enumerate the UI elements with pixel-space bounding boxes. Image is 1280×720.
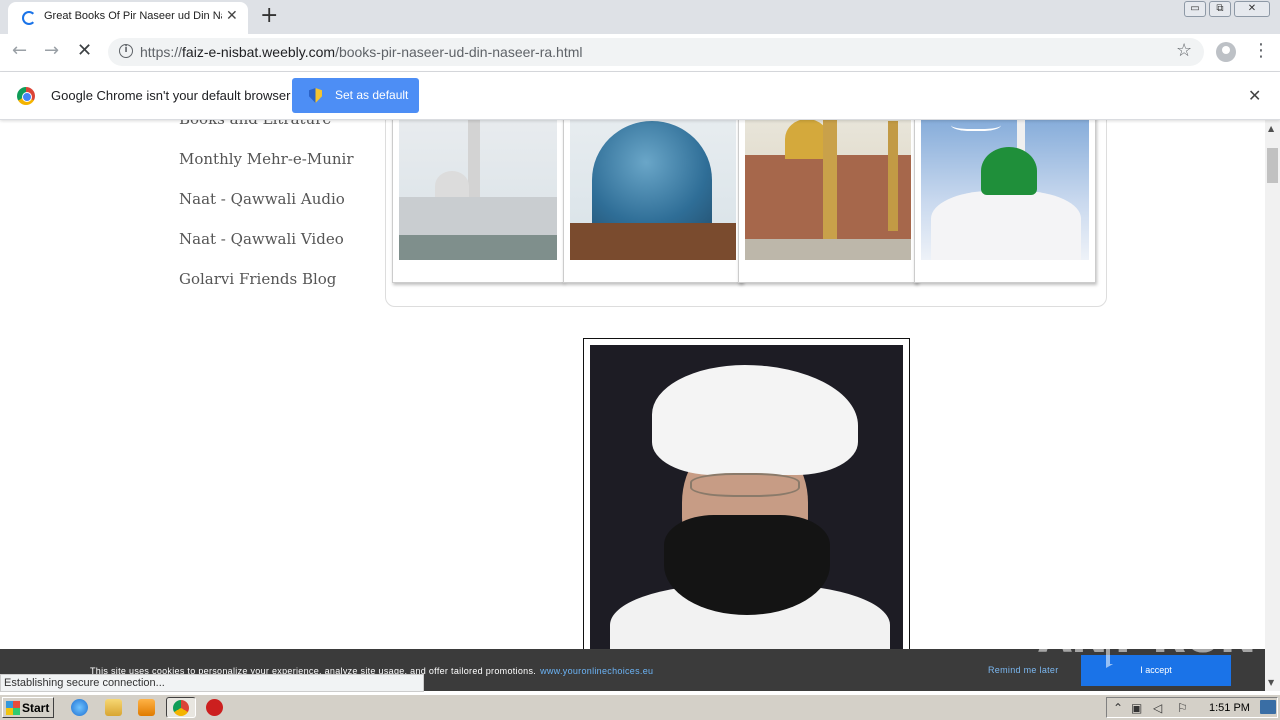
nav-link-friends-blog[interactable]: Golarvi Friends Blog xyxy=(179,270,336,288)
stop-loading-icon[interactable]: ✕ xyxy=(77,40,92,61)
address-bar[interactable]: i https://faiz-e-nisbat.weebly.com/books… xyxy=(108,38,1204,66)
restore-button[interactable]: ⧉ xyxy=(1209,1,1231,17)
nav-link-books[interactable]: Books and Litrature xyxy=(179,120,331,128)
action-center-flag-icon[interactable]: ⚐ xyxy=(1177,701,1188,715)
set-as-default-button[interactable]: Set as default xyxy=(292,78,419,113)
default-browser-infobar: Google Chrome isn't your default browser… xyxy=(0,72,1280,120)
anyrun-watermark: ANY RUN xyxy=(1038,612,1256,663)
chrome-taskbar-icon xyxy=(173,700,189,716)
windows-logo-icon xyxy=(6,701,20,715)
back-icon[interactable]: ← xyxy=(12,40,27,61)
minimize-button[interactable]: ▭ xyxy=(1184,1,1206,17)
nav-link-naat-video[interactable]: Naat - Qawwali Video xyxy=(179,230,344,248)
gallery-image-blue-dome[interactable] xyxy=(563,120,743,283)
network-icon[interactable]: ▣ xyxy=(1131,701,1142,715)
scroll-down-arrow-icon[interactable]: ▼ xyxy=(1268,678,1274,687)
scrollbar-thumb[interactable] xyxy=(1267,148,1278,183)
start-label: Start xyxy=(22,701,50,715)
explorer-folder-icon[interactable] xyxy=(105,699,122,716)
start-button[interactable]: Start xyxy=(2,697,54,718)
status-bubble: Establishing secure connection... xyxy=(0,674,424,692)
scroll-up-arrow-icon[interactable]: ▲ xyxy=(1268,124,1274,133)
url-prefix: https:// xyxy=(140,44,183,60)
opera-icon[interactable] xyxy=(206,699,223,716)
nav-link-mehr-e-munir[interactable]: Monthly Mehr-e-Munir xyxy=(179,150,354,168)
vertical-scrollbar[interactable]: ▲ ▼ xyxy=(1265,120,1280,691)
loading-spinner-icon xyxy=(22,11,36,25)
clock[interactable]: 1:51 PM xyxy=(1209,702,1250,714)
chrome-logo-icon xyxy=(17,87,35,105)
volume-icon[interactable]: ◁ xyxy=(1153,701,1162,715)
tab-strip: Great Books Of Pir Naseer ud Din Na ✕ + … xyxy=(0,0,1280,34)
url-text[interactable]: https://faiz-e-nisbat.weebly.com/books-p… xyxy=(140,44,583,60)
profile-avatar-icon[interactable] xyxy=(1216,42,1236,62)
gallery-image-green-dome[interactable] xyxy=(914,120,1096,283)
tray-expand-icon[interactable]: ⌃ xyxy=(1113,701,1123,715)
system-tray: ⌃ ▣ ◁ ⚐ 1:51 PM xyxy=(1106,697,1278,718)
remind-me-later-link[interactable]: Remind me later xyxy=(988,665,1059,675)
uac-shield-icon xyxy=(309,88,322,103)
browser-toolbar: ← → ✕ i https://faiz-e-nisbat.weebly.com… xyxy=(0,34,1280,72)
infobar-close-icon[interactable]: ✕ xyxy=(1248,86,1261,105)
close-window-button[interactable]: ✕ xyxy=(1234,1,1270,17)
windows-taskbar: Start ⌃ ▣ ◁ ⚐ 1:51 PM xyxy=(0,694,1280,720)
tab-title: Great Books Of Pir Naseer ud Din Na xyxy=(44,10,222,22)
gallery-image-golden-dome[interactable] xyxy=(738,120,918,283)
internet-explorer-icon[interactable] xyxy=(71,699,88,716)
site-info-icon[interactable]: i xyxy=(119,44,133,58)
browser-tab[interactable]: Great Books Of Pir Naseer ud Din Na ✕ xyxy=(8,2,248,34)
url-host: faiz-e-nisbat.weebly.com xyxy=(182,44,336,60)
url-path: /books-pir-naseer-ud-din-naseer-ra.html xyxy=(335,44,583,60)
chrome-taskbar-button[interactable] xyxy=(166,697,196,718)
set-as-default-label: Set as default xyxy=(335,88,409,102)
infobar-message: Google Chrome isn't your default browser xyxy=(51,88,291,103)
gallery-image-shrine[interactable] xyxy=(392,120,564,283)
new-tab-button[interactable]: + xyxy=(260,4,278,28)
forward-icon[interactable]: → xyxy=(44,40,59,61)
cookie-info-link[interactable]: www.youronlinechoices.eu xyxy=(540,666,653,676)
browser-menu-icon[interactable]: ⋮ xyxy=(1252,41,1270,61)
portrait-image-frame xyxy=(583,338,910,649)
web-page: Books and Litrature Monthly Mehr-e-Munir… xyxy=(0,120,1265,649)
bookmark-star-icon[interactable]: ☆ xyxy=(1176,40,1192,61)
tab-close-icon[interactable]: ✕ xyxy=(226,8,238,24)
media-player-icon[interactable] xyxy=(138,699,155,716)
portrait-photo xyxy=(590,345,903,649)
nav-link-naat-audio[interactable]: Naat - Qawwali Audio xyxy=(179,190,345,208)
show-desktop-icon[interactable] xyxy=(1260,700,1276,714)
